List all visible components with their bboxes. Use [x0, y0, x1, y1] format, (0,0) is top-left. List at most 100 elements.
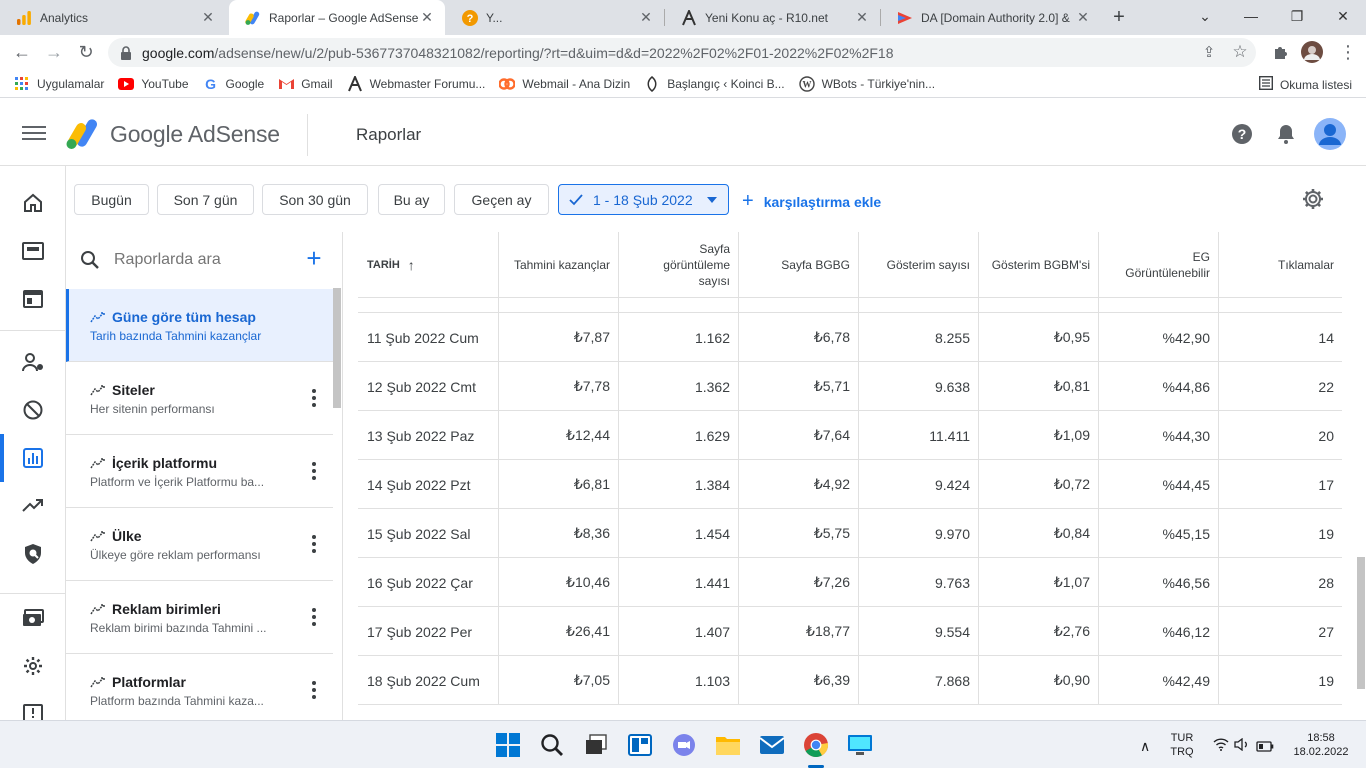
close-icon[interactable]: ✕	[200, 9, 216, 26]
reading-list-button[interactable]: Okuma listesi	[1258, 75, 1352, 93]
column-header-active-view-viewable[interactable]: EG Görüntülenebilir	[1099, 232, 1219, 298]
report-item-ad-units[interactable]: Reklam birimleri Reklam birimi bazında T…	[66, 581, 333, 654]
account-avatar[interactable]	[1313, 117, 1347, 151]
file-explorer-icon[interactable]	[714, 731, 742, 759]
chip-last-30-days[interactable]: Son 30 gün	[262, 184, 368, 215]
saved-reports-panel: + Güne göre tüm hesap Tarih bazında Tahm…	[66, 232, 343, 720]
wifi-icon[interactable]	[1213, 738, 1229, 756]
more-vert-icon[interactable]	[306, 388, 322, 408]
nav-home-icon[interactable]	[0, 179, 65, 227]
add-report-plus-icon[interactable]: +	[302, 245, 326, 271]
report-subtitle: Tarih bazında Tahmini kazançlar	[90, 329, 262, 343]
forward-button[interactable]: →	[39, 37, 69, 67]
column-header-page-views[interactable]: Sayfa görüntüleme sayısı	[619, 232, 739, 298]
reload-button[interactable]: ↻	[71, 37, 101, 67]
input-language[interactable]: TUR TRQ	[1166, 731, 1198, 759]
report-list-scrollbar[interactable]	[333, 288, 341, 408]
bookmark-webmaster-forum[interactable]: Webmaster Forumu...	[347, 75, 485, 92]
close-icon[interactable]: ✕	[638, 9, 654, 26]
column-header-estimated-earnings[interactable]: Tahmini kazançlar	[499, 232, 619, 298]
remote-desktop-icon[interactable]	[846, 731, 874, 759]
restore-button[interactable]: ❐	[1274, 0, 1320, 32]
chip-last-month[interactable]: Geçen ay	[454, 184, 549, 215]
tab-r10[interactable]: Yeni Konu aç - R10.net ✕	[665, 0, 880, 35]
tab-da[interactable]: DA [Domain Authority 2.0] & ✕	[881, 0, 1101, 35]
tab-analytics[interactable]: Analytics ✕	[0, 0, 226, 35]
bookmark-google[interactable]: G Google	[203, 76, 264, 92]
chip-last-7-days[interactable]: Son 7 gün	[157, 184, 254, 215]
bookmark-wbots[interactable]: W WBots - Türkiye'nin...	[798, 75, 935, 92]
chip-this-month[interactable]: Bu ay	[378, 184, 445, 215]
close-icon[interactable]: ✕	[1075, 9, 1091, 26]
bookmark-koinci[interactable]: Başlangıç ‹ Koinci B...	[644, 75, 785, 92]
nav-reports-icon[interactable]	[0, 434, 65, 482]
new-tab-button[interactable]: +	[1108, 6, 1130, 28]
tab-search-icon[interactable]: ⌄	[1182, 0, 1228, 32]
search-icon[interactable]	[538, 731, 566, 759]
report-item-country[interactable]: Ülke Ülkeye göre reklam performansı	[66, 508, 333, 581]
cell-page-views: 1.629	[619, 411, 739, 460]
teams-chat-icon[interactable]	[670, 731, 698, 759]
report-item-sites[interactable]: Siteler Her sitenin performansı	[66, 362, 333, 435]
nav-sites-icon[interactable]	[0, 275, 65, 323]
date-range-dropdown[interactable]: 1 - 18 Şub 2022	[558, 184, 729, 215]
nav-policy-center-icon[interactable]	[0, 530, 65, 578]
battery-icon[interactable]	[1256, 739, 1274, 757]
column-header-date[interactable]: TARİH ↑	[358, 232, 499, 298]
minimize-button[interactable]: —	[1228, 0, 1274, 32]
more-vert-icon[interactable]	[306, 461, 322, 481]
nav-feedback-icon[interactable]	[0, 690, 65, 720]
nav-optimization-icon[interactable]	[0, 482, 65, 530]
tab-question-site[interactable]: ? Y... ✕	[446, 0, 664, 35]
report-settings-gear-icon[interactable]	[1302, 188, 1326, 212]
more-vert-icon[interactable]	[306, 534, 322, 554]
widgets-icon[interactable]	[626, 731, 654, 759]
close-window-button[interactable]: ✕	[1320, 0, 1366, 32]
hamburger-menu-icon[interactable]	[20, 122, 48, 146]
tab-adsense[interactable]: Raporlar – Google AdSense ✕	[229, 0, 445, 35]
column-header-clicks[interactable]: Tıklamalar	[1219, 232, 1342, 298]
report-item-platforms[interactable]: Platformlar Platform bazında Tahmini kaz…	[66, 654, 333, 720]
bookmark-webmail[interactable]: Webmail - Ana Dizin	[499, 76, 630, 92]
address-bar[interactable]: google.com/adsense/new/u/2/pub-536773704…	[108, 38, 1256, 67]
report-item-by-day[interactable]: Güne göre tüm hesap Tarih bazında Tahmin…	[66, 289, 333, 362]
close-icon[interactable]: ✕	[419, 9, 435, 26]
bookmark-apps[interactable]: Uygulamalar	[14, 76, 104, 92]
nav-blocking-icon[interactable]	[0, 386, 65, 434]
extensions-icon[interactable]	[1265, 37, 1295, 67]
bookmark-gmail[interactable]: Gmail	[278, 76, 333, 92]
report-search-row: +	[66, 232, 342, 288]
volume-icon[interactable]	[1234, 737, 1250, 756]
clock[interactable]: 18:58 18.02.2022	[1286, 731, 1356, 759]
nav-ads-icon[interactable]	[0, 227, 65, 275]
more-vert-icon[interactable]	[306, 680, 322, 700]
nav-privacy-icon[interactable]	[0, 338, 65, 386]
more-vert-icon[interactable]	[306, 607, 322, 627]
notifications-bell-icon[interactable]	[1274, 122, 1298, 146]
bookmark-youtube[interactable]: YouTube	[118, 76, 189, 92]
page-scrollbar[interactable]	[1357, 557, 1365, 689]
column-header-impressions[interactable]: Gösterim sayısı	[859, 232, 979, 298]
task-view-icon[interactable]	[582, 731, 610, 759]
column-header-impression-rpm[interactable]: Gösterim BGBM'si	[979, 232, 1099, 298]
nav-payments-icon[interactable]	[0, 594, 65, 642]
chip-today[interactable]: Bugün	[74, 184, 149, 215]
add-comparison-button[interactable]: + karşılaştırma ekle	[742, 190, 881, 213]
report-item-content-platform[interactable]: İçerik platformu Platform ve İçerik Plat…	[66, 435, 333, 508]
cell-impression-rpm: ₺1,07	[979, 558, 1099, 607]
back-button[interactable]: ←	[7, 37, 37, 67]
help-icon[interactable]: ?	[1230, 122, 1254, 146]
column-header-page-rpm[interactable]: Sayfa BGBG	[739, 232, 859, 298]
nav-settings-gear-icon[interactable]	[0, 642, 65, 690]
report-search-input[interactable]	[114, 246, 294, 274]
profile-avatar[interactable]	[1297, 37, 1327, 67]
close-icon[interactable]: ✕	[854, 9, 870, 26]
menu-kebab-icon[interactable]: ⋮	[1333, 37, 1363, 67]
chrome-icon[interactable]	[802, 731, 830, 759]
tray-chevron-up-icon[interactable]: ∧	[1140, 738, 1150, 755]
adsense-logo[interactable]: Google AdSense	[66, 118, 280, 150]
share-icon[interactable]: ⇪	[1194, 37, 1224, 67]
mail-icon[interactable]	[758, 731, 786, 759]
windows-start-icon[interactable]	[494, 731, 522, 759]
bookmark-star-icon[interactable]: ☆	[1225, 37, 1255, 67]
